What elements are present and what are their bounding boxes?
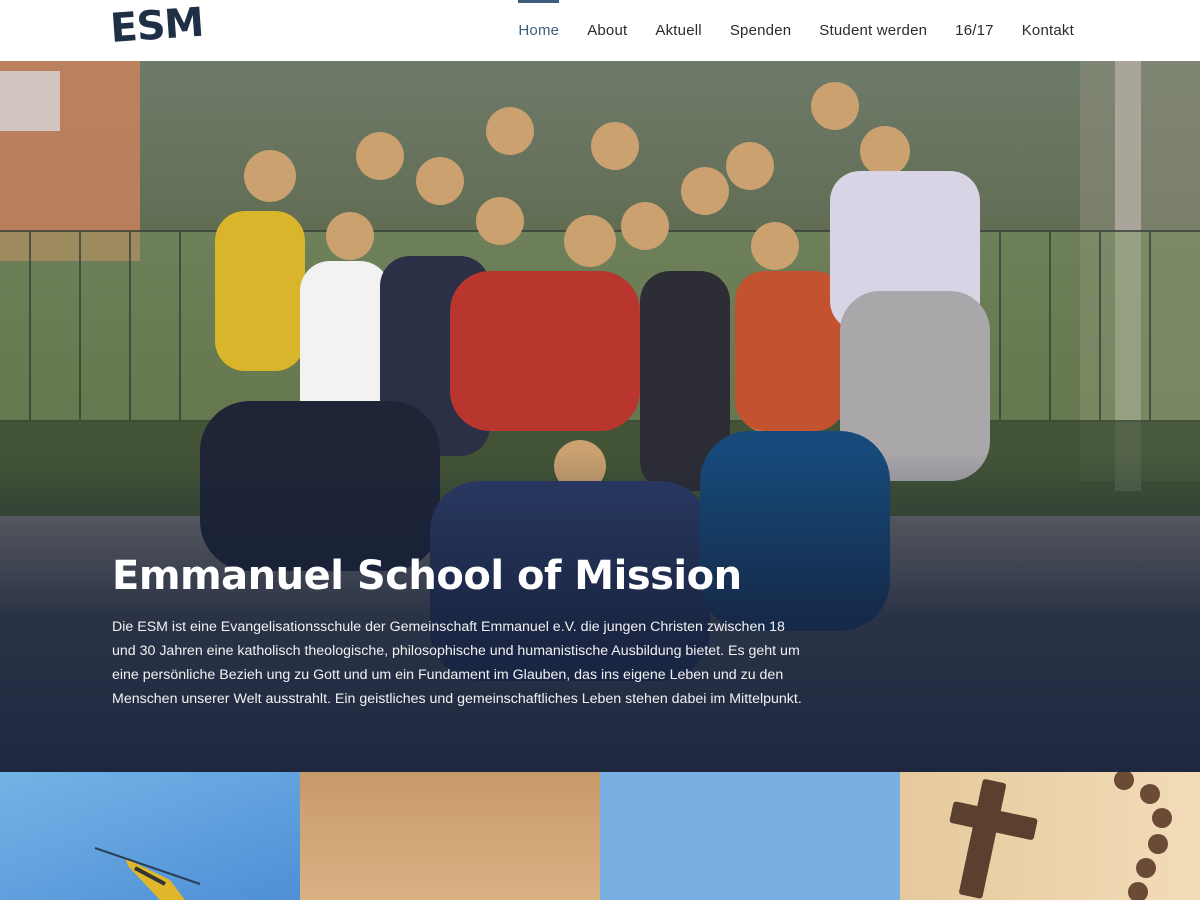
tile-sky-image[interactable] <box>600 772 900 900</box>
hero-section: Emmanuel School of Mission Die ESM ist e… <box>0 61 1200 772</box>
nav-kontakt[interactable]: Kontakt <box>1008 0 1088 61</box>
nav-student-werden[interactable]: Student werden <box>805 0 941 61</box>
site-logo[interactable]: ESM <box>109 0 205 52</box>
site-header: ESM Home About Aktuell Spenden Student w… <box>0 0 1200 61</box>
main-nav: Home About Aktuell Spenden Student werde… <box>504 0 1088 61</box>
tile-boat-image[interactable] <box>0 772 300 900</box>
boat-icon <box>94 847 201 900</box>
feature-tiles <box>0 772 1200 900</box>
nav-home[interactable]: Home <box>504 0 573 61</box>
nav-aktuell[interactable]: Aktuell <box>641 0 715 61</box>
hero-title: Emmanuel School of Mission <box>112 553 742 599</box>
hero-description: Die ESM ist eine Evangelisationsschule d… <box>112 619 802 707</box>
nav-spenden[interactable]: Spenden <box>716 0 805 61</box>
tile-sand-image[interactable] <box>300 772 600 900</box>
nav-16-17[interactable]: 16/17 <box>941 0 1008 61</box>
rosary-cross-icon <box>949 772 1172 900</box>
tile-rosary-image[interactable] <box>900 772 1200 900</box>
nav-about[interactable]: About <box>573 0 641 61</box>
